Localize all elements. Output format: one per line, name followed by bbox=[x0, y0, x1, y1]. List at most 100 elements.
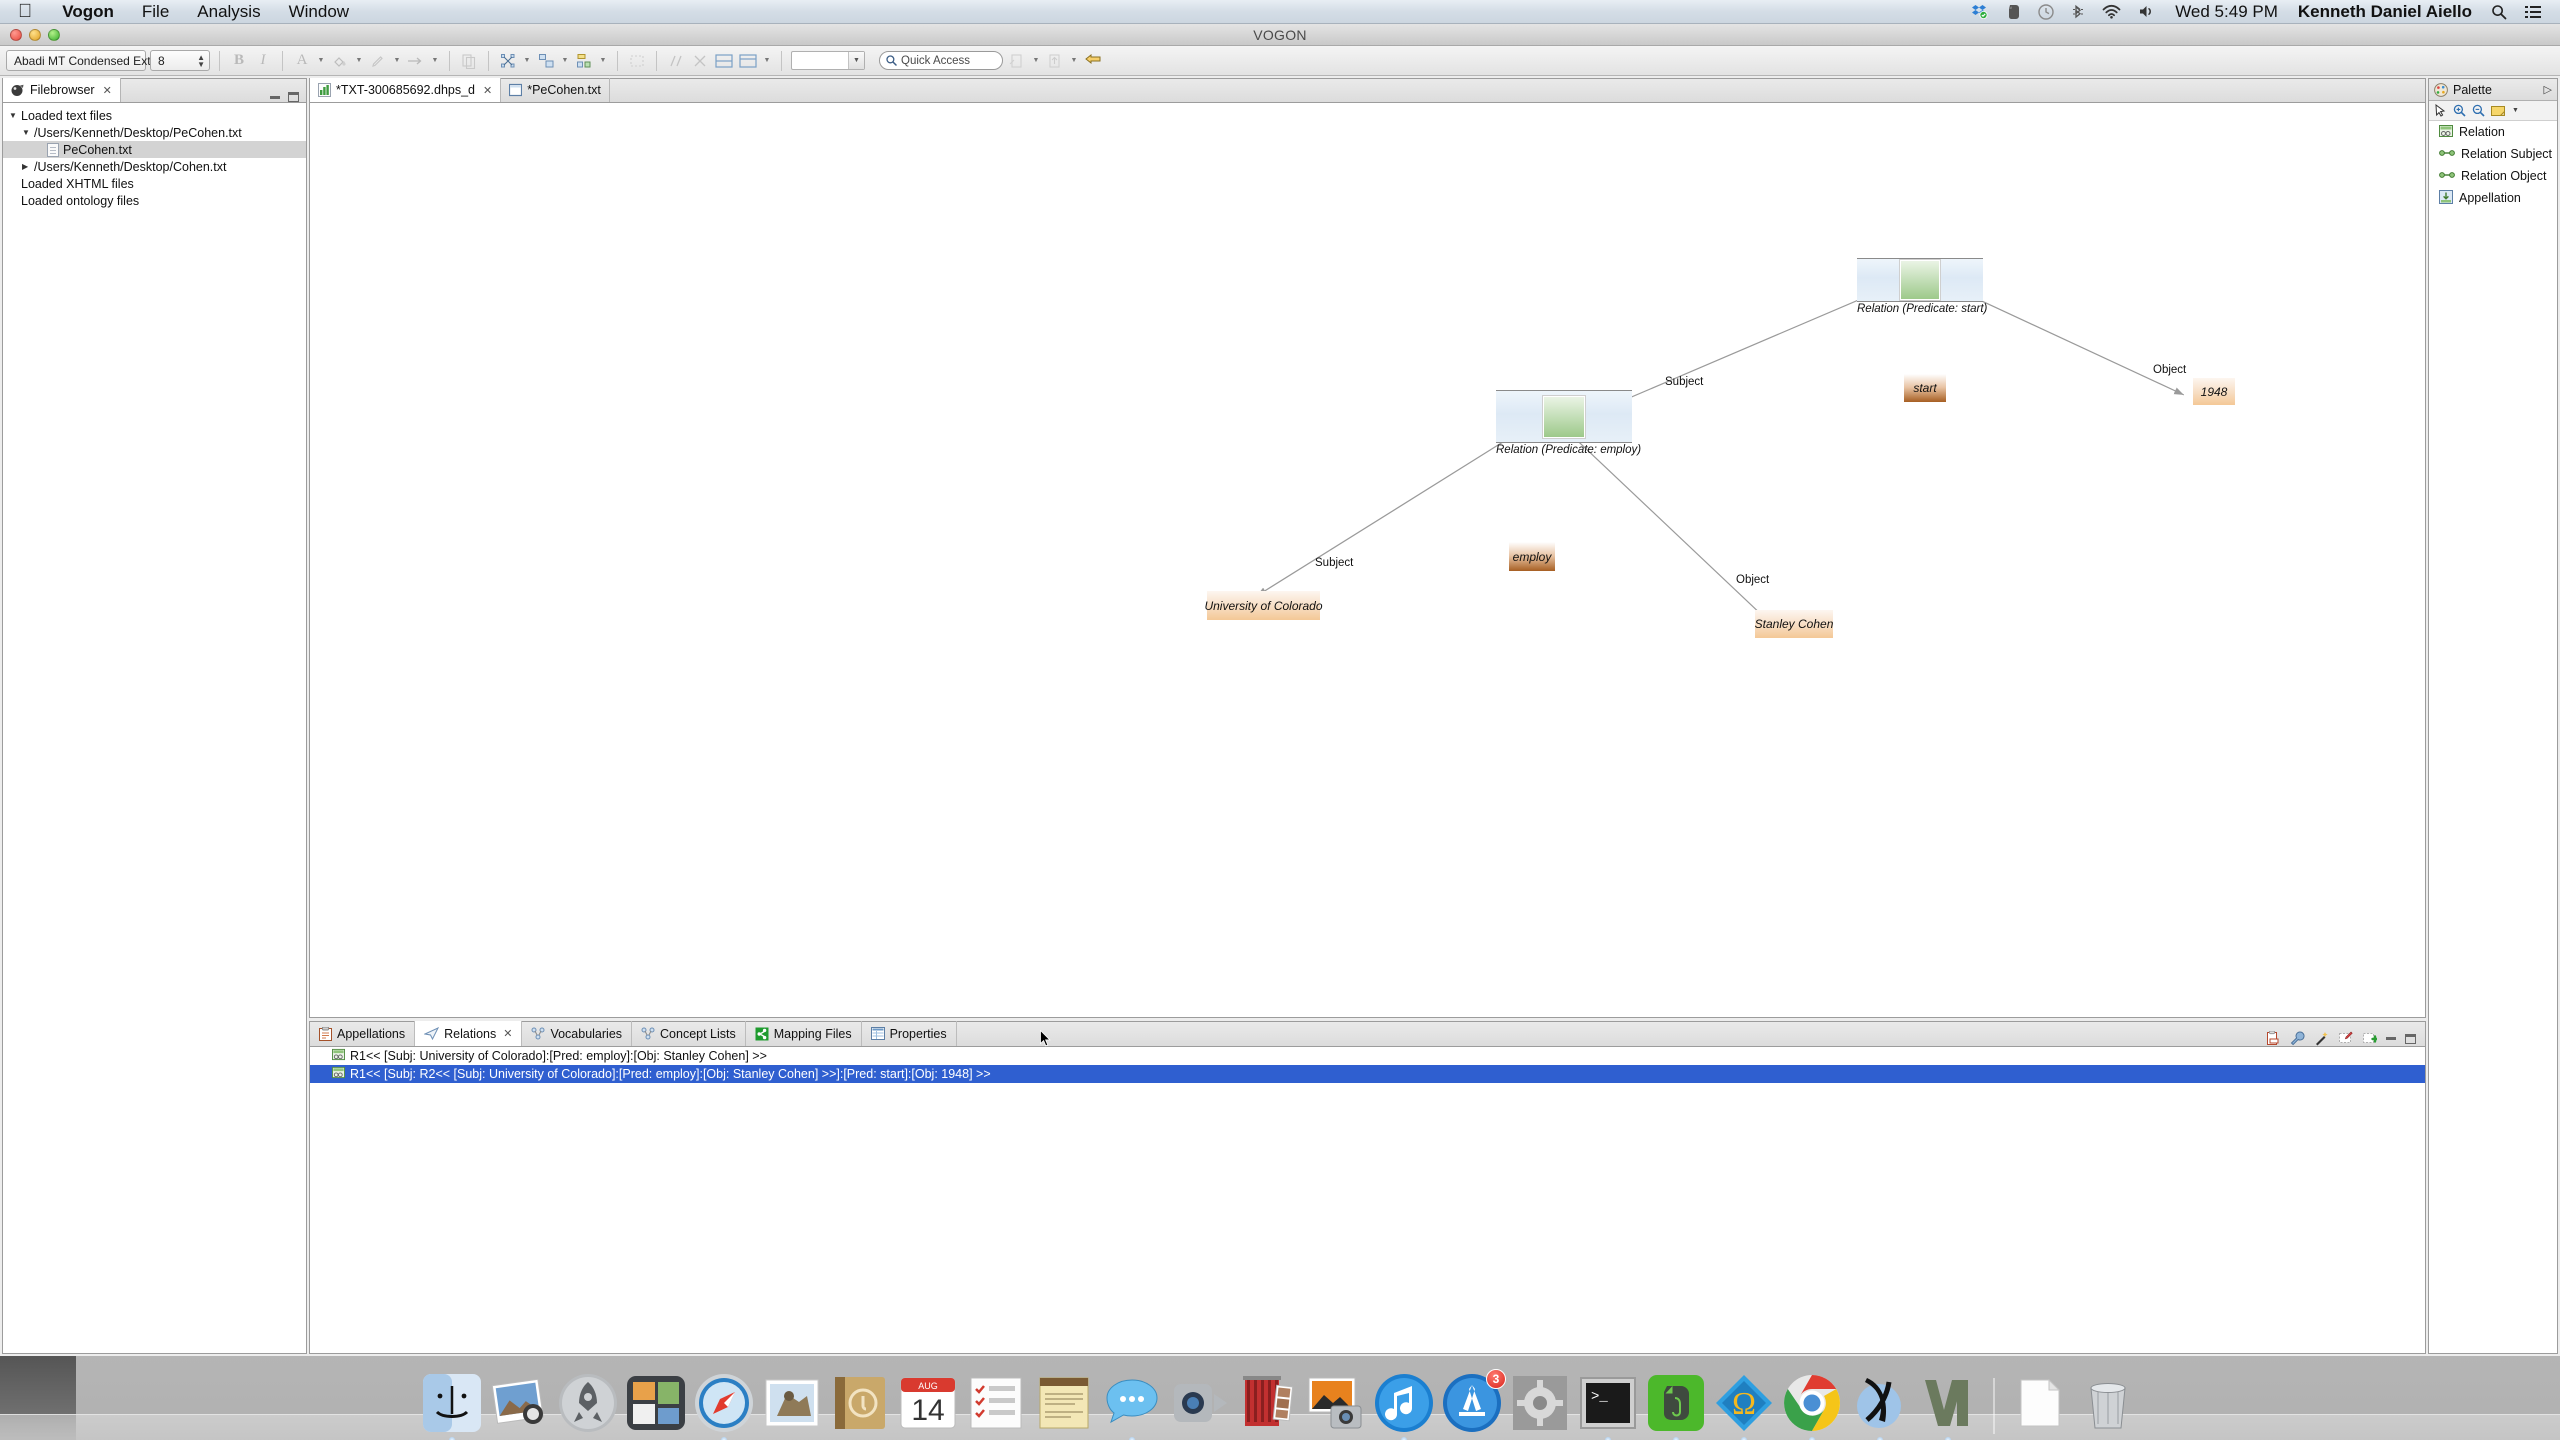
evernote-dock-icon[interactable] bbox=[1645, 1372, 1707, 1440]
new-wizard-dropdown-icon[interactable]: ▼ bbox=[1031, 50, 1041, 71]
tab-appellations[interactable]: Appellations bbox=[310, 1021, 416, 1046]
dropdown-arrow-icon[interactable]: ▼ bbox=[2512, 107, 2519, 114]
filebrowser-tree-item[interactable]: ▼/Users/Kenneth/Desktop/PeCohen.txt bbox=[3, 124, 306, 141]
relations-list[interactable]: R1<< [Subj: University of Colorado]:[Pre… bbox=[310, 1047, 2425, 1353]
filebrowser-tree-item[interactable]: Loaded XHTML files bbox=[3, 175, 306, 192]
close-icon[interactable]: ✕ bbox=[503, 1027, 512, 1040]
graph-node-relation-start[interactable]: Relation (Predicate: start) bbox=[1857, 258, 1987, 315]
notification-center-icon[interactable] bbox=[2516, 0, 2550, 23]
filebrowser-tree-item[interactable]: PeCohen.txt bbox=[3, 141, 306, 158]
terminal-icon[interactable]: >_ bbox=[1577, 1372, 1639, 1440]
font-size-combo[interactable]: 8 ▲ ▼ bbox=[150, 50, 210, 71]
align-icon[interactable] bbox=[536, 50, 556, 71]
chevron-right-icon[interactable]: ▷ bbox=[2544, 83, 2552, 96]
mathematica-icon[interactable]: Ω bbox=[1713, 1372, 1775, 1440]
relation-start-box[interactable] bbox=[1857, 258, 1983, 302]
minimize-view-icon[interactable] bbox=[2386, 1037, 2396, 1040]
dropbox-icon[interactable] bbox=[1962, 0, 1997, 23]
layout-icon[interactable] bbox=[738, 50, 758, 71]
spotlight-search-icon[interactable] bbox=[2482, 0, 2516, 23]
minimize-window-button[interactable] bbox=[29, 29, 41, 41]
select-shape-dropdown-icon[interactable]: ▼ bbox=[522, 50, 532, 71]
palette-item-appellation[interactable]: Appellation bbox=[2429, 187, 2557, 209]
disconnect-icon[interactable] bbox=[690, 50, 710, 71]
maximize-window-button[interactable] bbox=[48, 29, 60, 41]
close-icon[interactable]: ✕ bbox=[483, 84, 492, 97]
tab-filebrowser[interactable]: Filebrowser ✕ bbox=[3, 78, 121, 102]
facetime-icon[interactable] bbox=[1169, 1372, 1231, 1434]
line-style-icon[interactable] bbox=[406, 50, 426, 71]
add-note-icon[interactable] bbox=[2362, 1031, 2377, 1046]
wand-icon[interactable] bbox=[2314, 1031, 2329, 1046]
font-size-stepper[interactable]: ▲ ▼ bbox=[183, 53, 205, 68]
connection-icon[interactable] bbox=[666, 50, 686, 71]
distribute-dropdown-icon[interactable]: ▼ bbox=[598, 50, 608, 71]
mission-control-icon[interactable] bbox=[625, 1372, 687, 1434]
vogon-icon[interactable] bbox=[1917, 1372, 1979, 1440]
tab-concept-lists[interactable]: Concept Lists bbox=[632, 1021, 746, 1046]
export-dropdown-icon[interactable]: ▼ bbox=[1069, 50, 1079, 71]
menu-item-window[interactable]: Window bbox=[275, 0, 363, 23]
font-color-dropdown-icon[interactable]: ▼ bbox=[316, 50, 326, 71]
filebrowser-tree[interactable]: ▼ Loaded text files ▼/Users/Kenneth/Deskto… bbox=[3, 103, 306, 1353]
maximize-view-icon[interactable] bbox=[288, 92, 299, 102]
tab-vocabularies[interactable]: Vocabularies bbox=[522, 1021, 633, 1046]
trash-icon[interactable] bbox=[2077, 1372, 2139, 1434]
font-family-combo[interactable]: Abadi MT Condensed Extra Bold ▲▼ bbox=[6, 50, 210, 71]
chevron-down-icon[interactable]: ▼ bbox=[848, 52, 864, 69]
layout-dropdown-icon[interactable]: ▼ bbox=[762, 50, 772, 71]
relations-list-row[interactable]: R1<< [Subj: R2<< [Subj: University of Co… bbox=[310, 1065, 2425, 1083]
select-arrow-icon[interactable] bbox=[2434, 104, 2447, 117]
twisty-down-icon[interactable]: ▼ bbox=[22, 128, 34, 137]
finder-icon[interactable] bbox=[421, 1372, 483, 1440]
safari-icon[interactable] bbox=[693, 1372, 755, 1440]
annotate-icon[interactable] bbox=[1083, 50, 1103, 71]
evernote-icon[interactable] bbox=[1997, 0, 2029, 23]
font-color-icon[interactable]: A bbox=[292, 50, 312, 71]
line-color-icon[interactable] bbox=[368, 50, 388, 71]
reminders-icon[interactable] bbox=[965, 1372, 1027, 1434]
chrome-icon[interactable] bbox=[1781, 1372, 1843, 1440]
menu-item-analysis[interactable]: Analysis bbox=[183, 0, 274, 23]
align-dropdown-icon[interactable]: ▼ bbox=[560, 50, 570, 71]
tab-mapping-files[interactable]: Mapping Files bbox=[746, 1021, 862, 1046]
close-window-button[interactable] bbox=[10, 29, 22, 41]
notes-icon[interactable] bbox=[1033, 1372, 1095, 1434]
wifi-icon[interactable] bbox=[2093, 0, 2130, 23]
export-icon[interactable] bbox=[1045, 50, 1065, 71]
filebrowser-tree-item[interactable]: ▶/Users/Kenneth/Desktop/Cohen.txt bbox=[3, 158, 306, 175]
fill-color-dropdown-icon[interactable]: ▼ bbox=[354, 50, 364, 71]
note-icon[interactable] bbox=[2491, 105, 2506, 117]
italic-button[interactable]: I bbox=[253, 50, 273, 71]
copy-format-icon[interactable] bbox=[459, 50, 479, 71]
tab-txt-300685692[interactable]: *TXT-300685692.dhps_d ✕ bbox=[310, 78, 502, 102]
palette-item-relation-object[interactable]: Relation Object bbox=[2429, 165, 2557, 187]
tab-properties[interactable]: Properties bbox=[862, 1021, 957, 1046]
line-style-dropdown-icon[interactable]: ▼ bbox=[430, 50, 440, 71]
filebrowser-tree-item[interactable]: ▼ Loaded text files bbox=[3, 107, 306, 124]
preview-icon[interactable] bbox=[1305, 1372, 1367, 1434]
palette-item-relation-subject[interactable]: Relation Subject bbox=[2429, 143, 2557, 165]
itunes-icon[interactable] bbox=[1373, 1372, 1435, 1440]
quick-access-input[interactable]: Quick Access bbox=[879, 51, 1003, 70]
iphoto-icon[interactable] bbox=[489, 1372, 551, 1434]
graph-node-predicate-start[interactable]: start bbox=[1904, 374, 1946, 402]
tab-pecohen-txt[interactable]: *PeCohen.txt bbox=[501, 78, 610, 102]
new-wizard-icon[interactable] bbox=[1007, 50, 1027, 71]
fill-color-icon[interactable] bbox=[330, 50, 350, 71]
wrench-icon[interactable] bbox=[2290, 1031, 2305, 1046]
paste-icon[interactable] bbox=[2266, 1031, 2281, 1046]
tab-relations[interactable]: Relations ✕ bbox=[415, 1021, 523, 1046]
twisty-right-icon[interactable]: ▶ bbox=[22, 162, 34, 171]
twisty-down-icon[interactable]: ▼ bbox=[9, 111, 21, 120]
system-preferences-icon[interactable] bbox=[1509, 1372, 1571, 1434]
apple-icon[interactable]:  bbox=[0, 2, 48, 21]
relations-list-row[interactable]: R1<< [Subj: University of Colorado]:[Pre… bbox=[310, 1047, 2425, 1065]
contacts-icon[interactable] bbox=[829, 1372, 891, 1434]
split-horizontal-icon[interactable] bbox=[714, 50, 734, 71]
time-machine-icon[interactable] bbox=[2029, 0, 2063, 23]
document-stack-icon[interactable] bbox=[2009, 1372, 2071, 1434]
maximize-view-icon[interactable] bbox=[2405, 1033, 2416, 1044]
menu-item-file[interactable]: File bbox=[128, 0, 183, 23]
perspective-combo[interactable]: ▼ bbox=[791, 51, 865, 70]
